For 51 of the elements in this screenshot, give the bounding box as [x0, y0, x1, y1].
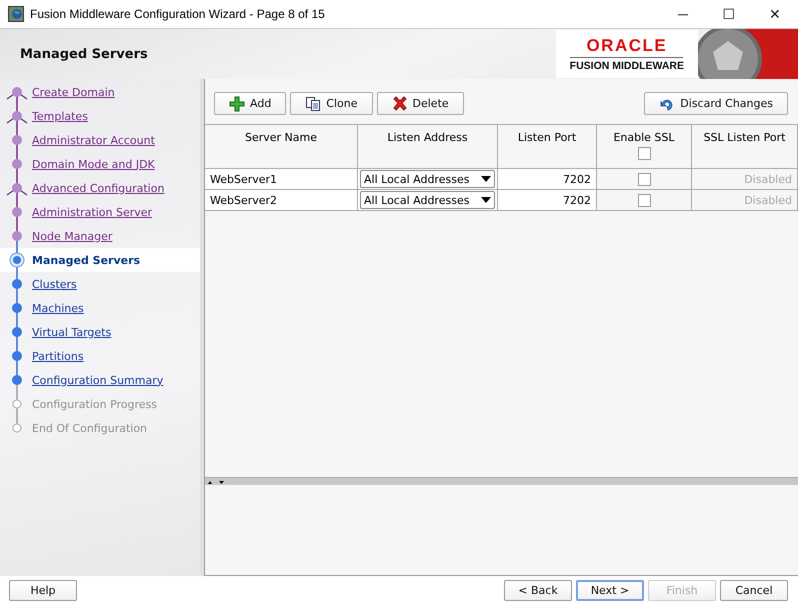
column-header: SSL Listen Port: [692, 125, 798, 168]
column-header: Server Name: [205, 125, 358, 168]
page-heading: Managed Servers: [20, 46, 148, 62]
current-step-label: Managed Servers: [32, 254, 140, 266]
column-header: Listen Address: [358, 125, 498, 168]
logo-subtitle: FUSION MIDDLEWARE: [570, 60, 684, 72]
window-title: Fusion Middleware Configuration Wizard - Page 8 of 15: [30, 7, 325, 21]
table-cell: WebServer2: [205, 190, 358, 210]
delete-button[interactable]: Delete: [376, 92, 464, 115]
column-header: Listen Port: [498, 125, 597, 168]
clone-button[interactable]: Clone: [290, 92, 373, 115]
step-label: Configuration Progress: [32, 398, 158, 410]
minimize-button[interactable]: ─: [660, 0, 706, 28]
checkbox[interactable]: [638, 172, 650, 186]
step-link[interactable]: Virtual Targets: [32, 326, 112, 338]
app-icon: [8, 6, 24, 22]
step-link[interactable]: Node Manager: [32, 230, 112, 242]
checkbox[interactable]: [638, 194, 650, 206]
plus-icon: [229, 96, 245, 112]
checkbox[interactable]: [638, 147, 650, 160]
splitter-arrows-icon: [207, 480, 227, 484]
step-link[interactable]: Configuration Summary: [32, 374, 164, 386]
column-header: Enable SSL: [597, 125, 692, 168]
add-button[interactable]: Add: [214, 92, 286, 115]
close-button[interactable]: ✕: [752, 0, 798, 28]
table-cell: WebServer1: [205, 169, 358, 189]
dropdown-caret-icon: [481, 197, 491, 203]
step-link[interactable]: Administrator Account: [32, 134, 155, 146]
step-link[interactable]: Templates: [32, 110, 88, 122]
logo-wordmark: ORACLE: [570, 36, 684, 58]
wizard-button[interactable]: Cancel: [720, 580, 788, 600]
table-cell: Disabled: [692, 169, 798, 189]
step-label: End Of Configuration: [32, 422, 148, 434]
maximize-button[interactable]: ☐: [706, 0, 752, 28]
step-link[interactable]: Clusters: [32, 278, 77, 290]
step-link[interactable]: Domain Mode and JDK: [32, 158, 155, 170]
address-dropdown[interactable]: All Local Addresses: [360, 170, 495, 188]
dropdown-caret-icon: [481, 176, 491, 182]
help-button[interactable]: Help: [9, 580, 77, 600]
step-link[interactable]: Advanced Configuration: [32, 182, 164, 194]
copy-icon: [305, 96, 322, 112]
address-dropdown[interactable]: All Local Addresses: [360, 191, 495, 209]
wizard-button[interactable]: Next >: [576, 580, 644, 600]
discard-changes-button[interactable]: Discard Changes: [644, 92, 788, 115]
step-link[interactable]: Administration Server: [32, 206, 152, 218]
step-link[interactable]: Create Domain: [32, 86, 115, 98]
step-link[interactable]: Machines: [32, 302, 84, 314]
x-icon: [392, 96, 408, 112]
table-cell: Disabled: [692, 190, 798, 210]
step-link[interactable]: Partitions: [32, 350, 84, 362]
wizard-button[interactable]: < Back: [504, 580, 572, 600]
